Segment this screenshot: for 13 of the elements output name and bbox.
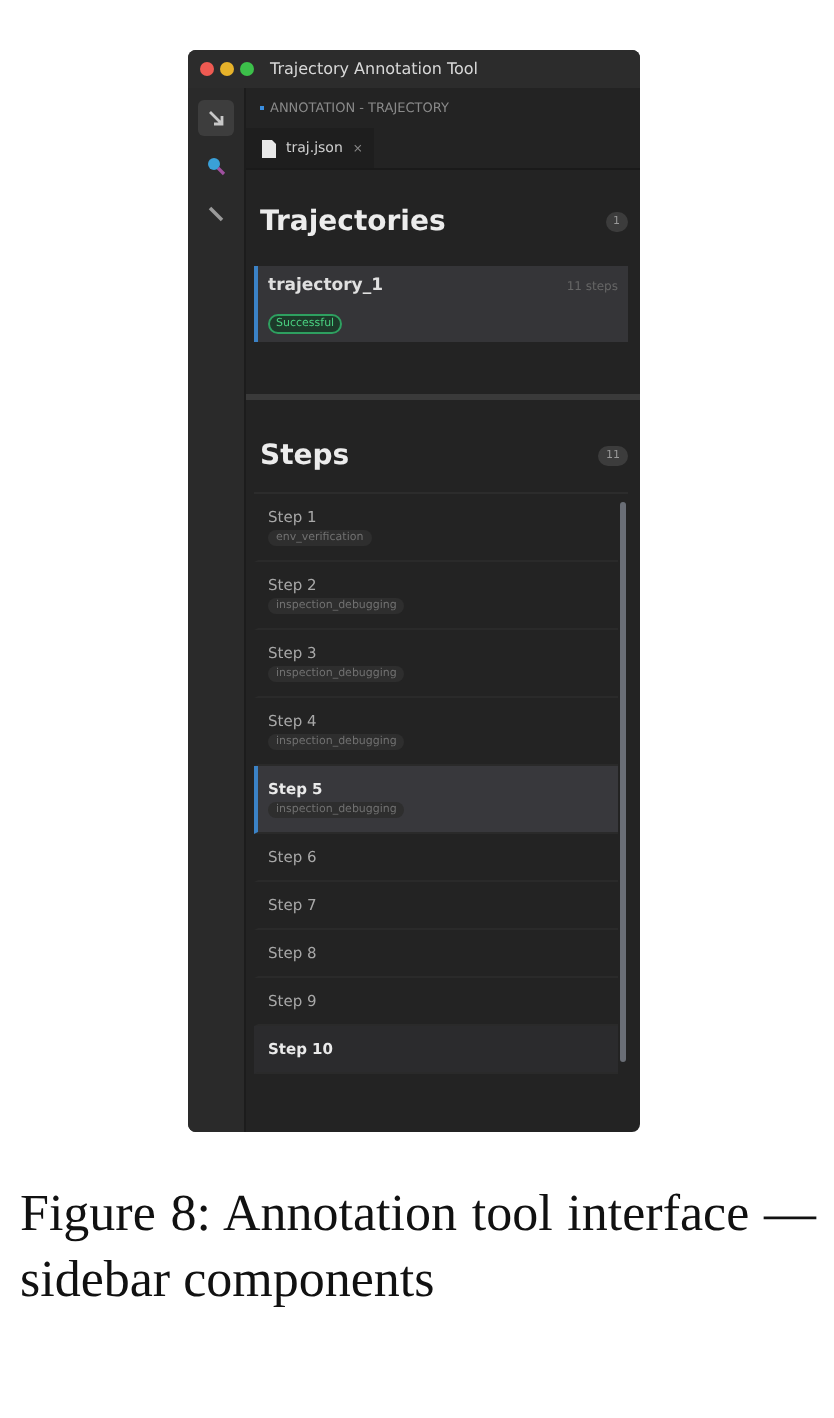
section-title: Trajectories (260, 206, 446, 238)
minimize-window-button[interactable] (220, 62, 234, 76)
file-icon (262, 139, 276, 157)
window-title: Trajectory Annotation Tool (270, 60, 478, 78)
activity-button[interactable] (198, 100, 234, 136)
arrow-icon (206, 108, 226, 128)
search-icon (206, 156, 226, 176)
figure-caption: Figure 8: Annotation tool interface — sidebar components (20, 1182, 816, 1312)
pen-icon (206, 204, 226, 224)
section-title: Steps (260, 440, 350, 472)
close-window-button[interactable] (200, 62, 214, 76)
trajectory-name: trajectory_1 (268, 276, 384, 296)
maximize-window-button[interactable] (240, 62, 254, 76)
